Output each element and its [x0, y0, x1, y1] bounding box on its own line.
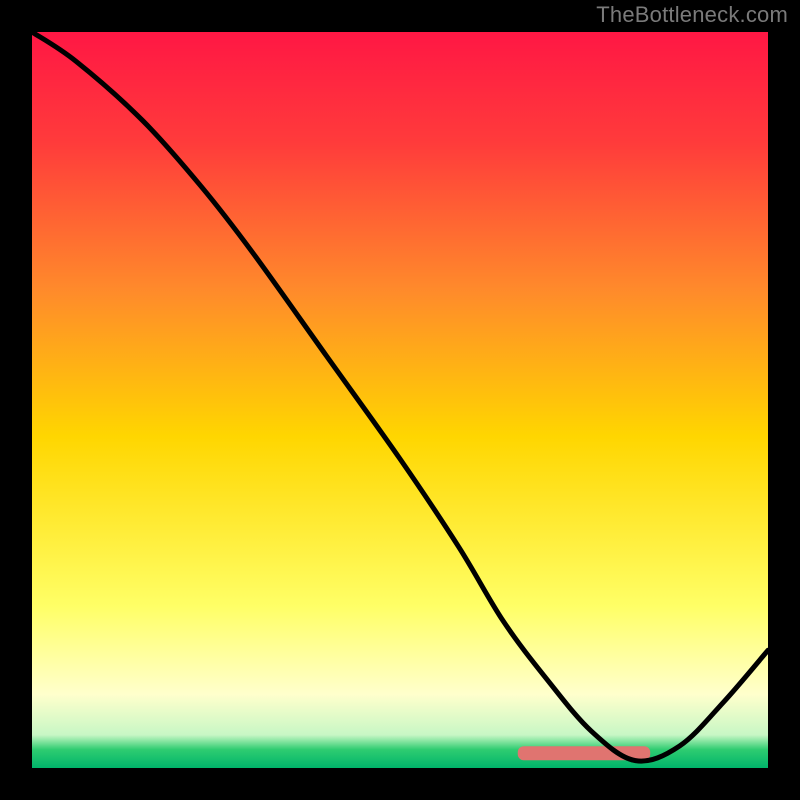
chart-background [32, 32, 768, 768]
watermark-label: TheBottleneck.com [596, 2, 788, 28]
bottleneck-chart [32, 32, 768, 768]
chart-frame: TheBottleneck.com [0, 0, 800, 800]
